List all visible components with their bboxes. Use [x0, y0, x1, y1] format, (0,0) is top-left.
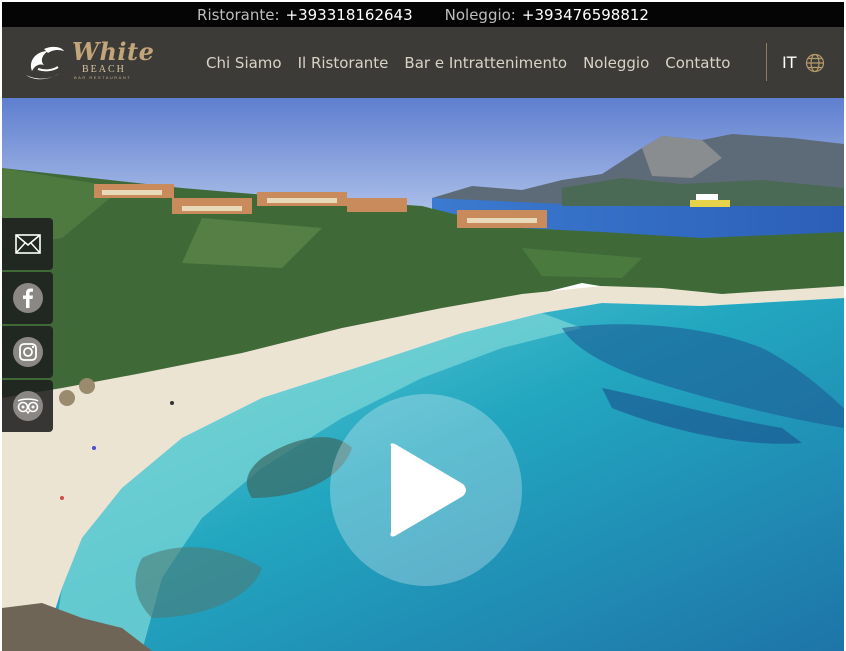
- nav-item-chi-siamo[interactable]: Chi Siamo: [206, 54, 282, 72]
- email-icon: [14, 234, 41, 254]
- main-nav: Chi Siamo Il Ristorante Bar e Intratteni…: [206, 27, 730, 98]
- tripadvisor-icon: [12, 391, 43, 421]
- top-contact-bar: Ristorante: +393318162643 Noleggio: +393…: [2, 2, 844, 27]
- globe-icon: [805, 53, 824, 72]
- instagram-icon: [12, 337, 43, 367]
- hero-video[interactable]: [2, 98, 844, 651]
- logo-tagline: BAR RESTAURANT: [74, 75, 132, 80]
- instagram-button[interactable]: [2, 326, 53, 378]
- logo-sub: BEACH: [82, 64, 126, 75]
- social-sidebar: [2, 218, 53, 432]
- nav-item-contatto[interactable]: Contatto: [665, 54, 730, 72]
- language-code: IT: [782, 53, 797, 72]
- noleggio-label: Noleggio:: [444, 5, 516, 24]
- play-button[interactable]: [330, 394, 522, 586]
- nav-item-noleggio[interactable]: Noleggio: [583, 54, 649, 72]
- email-button[interactable]: [2, 218, 53, 270]
- nav-item-il-ristorante[interactable]: Il Ristorante: [298, 54, 389, 72]
- noleggio-phone-link[interactable]: +393476598812: [522, 6, 649, 24]
- language-divider: [766, 43, 767, 81]
- ristorante-label: Ristorante:: [197, 5, 280, 24]
- site-logo[interactable]: White BEACH BAR RESTAURANT: [22, 37, 154, 87]
- facebook-button[interactable]: [2, 272, 53, 324]
- tripadvisor-button[interactable]: [2, 380, 53, 432]
- noleggio-contact: Noleggio: +393476598812: [445, 6, 649, 24]
- play-icon: [390, 443, 466, 537]
- logo-wordmark: White BEACH BAR RESTAURANT: [72, 37, 155, 81]
- ristorante-phone-link[interactable]: +393318162643: [286, 6, 413, 24]
- site-header: White BEACH BAR RESTAURANT Chi Siamo Il …: [2, 27, 844, 98]
- language-switcher[interactable]: IT: [782, 27, 825, 98]
- logo-name: White: [72, 37, 155, 66]
- logo-emblem-icon: [26, 46, 64, 80]
- facebook-icon: [12, 283, 43, 313]
- ristorante-contact: Ristorante: +393318162643: [197, 6, 413, 24]
- nav-item-bar-intrattenimento[interactable]: Bar e Intrattenimento: [404, 54, 567, 72]
